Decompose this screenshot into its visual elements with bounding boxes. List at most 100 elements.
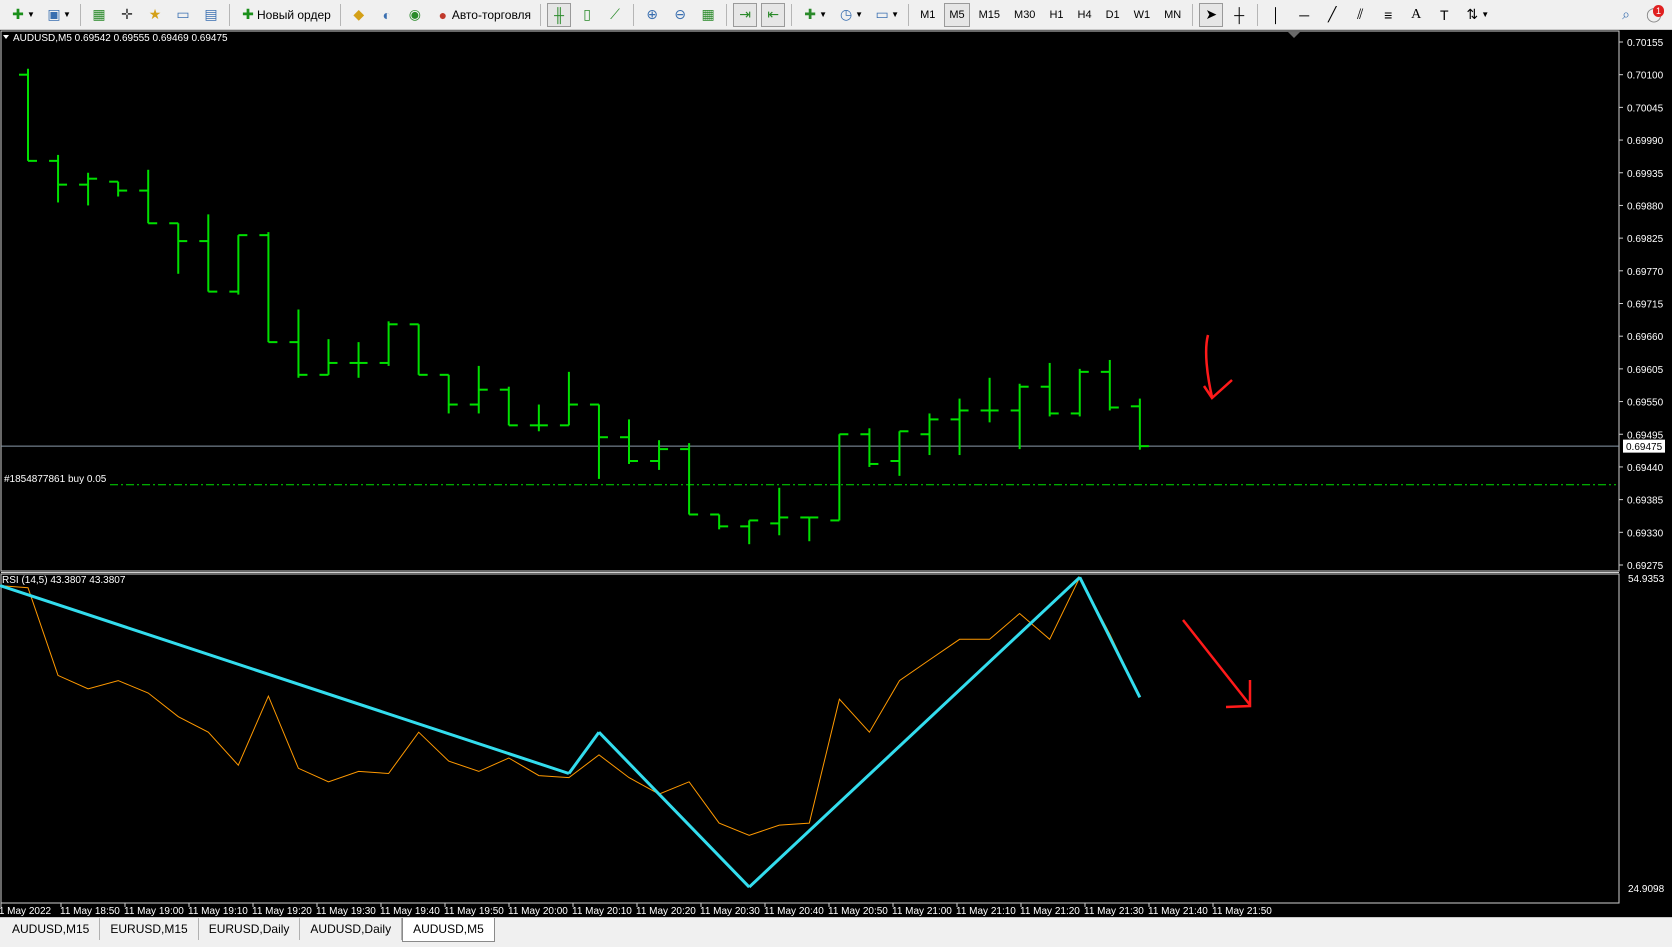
ohlc-bar — [740, 519, 759, 545]
rsi-trend-segment[interactable] — [567, 731, 601, 775]
autotrading-button[interactable]: ● Авто-торговля — [431, 3, 534, 27]
terminal-button[interactable]: ▭ — [171, 3, 195, 27]
search-button[interactable]: ⌕ — [1614, 3, 1638, 27]
ohlc-bar — [1040, 362, 1059, 417]
new-chart-button[interactable]: ✚ ▼ — [6, 3, 38, 27]
metaeditor-button[interactable]: ◆ — [347, 3, 371, 27]
current-price-tag-label: 0.69475 — [1626, 442, 1663, 453]
toolbar-separator — [229, 3, 230, 26]
cursor-button[interactable]: ➤ — [1199, 2, 1224, 27]
broadcast-icon: ◉ — [408, 6, 421, 22]
timeframe-h1-button[interactable]: H1 — [1044, 3, 1068, 27]
ohlc-bar — [379, 321, 398, 366]
ohlc-bar — [980, 377, 999, 423]
ohlc-bar — [439, 373, 458, 414]
rsi-down-arrow-shaft[interactable] — [1182, 619, 1251, 706]
toolbar-separator — [633, 3, 635, 26]
timeframe-mn-button[interactable]: MN — [1159, 3, 1186, 27]
rsi-trend-segment[interactable] — [0, 584, 570, 775]
channel-button[interactable]: ⫽ — [1348, 3, 1372, 27]
time-tick-label: 11 May 19:20 — [252, 906, 312, 917]
autoscroll-button[interactable]: ⇥ — [733, 2, 758, 27]
chart-shift-button[interactable]: ⇤ — [761, 2, 786, 27]
toolbar-separator — [791, 3, 793, 26]
navigator-button[interactable]: ★ — [143, 3, 167, 27]
price-tick-label: 0.70100 — [1627, 71, 1664, 82]
notifications-button[interactable]: ◯ 1 — [1642, 3, 1666, 27]
price-tick-label: 0.69825 — [1627, 234, 1664, 245]
price-tick-label: 0.69550 — [1627, 398, 1664, 409]
rsi-trend-segment[interactable] — [1078, 576, 1142, 698]
autotrading-icon: ● — [438, 6, 448, 23]
chart-shift-marker[interactable] — [1288, 32, 1300, 38]
chart-shift-icon: ⇤ — [767, 6, 779, 22]
chevron-down-icon: ▼ — [63, 10, 71, 19]
crosshair-target-icon: ✛ — [121, 6, 133, 22]
chart-menu-triangle-icon[interactable] — [3, 35, 9, 39]
fibonacci-button[interactable]: ≡ — [1376, 3, 1400, 27]
price-down-arrow-shaft[interactable] — [1204, 334, 1214, 398]
chart-canvas[interactable]: AUDUSD,M5 0.69542 0.69555 0.69469 0.6947… — [0, 30, 1672, 917]
templates-button[interactable]: ▭ ▼ — [870, 3, 902, 27]
rsi-trend-segment[interactable] — [597, 731, 751, 889]
arrows-button[interactable]: ⇅ ▼ — [1460, 3, 1492, 27]
chart-tab[interactable]: AUDUSD,M15 — [2, 918, 101, 940]
time-tick-label: 11 May 20:40 — [764, 906, 824, 917]
price-tick-label: 0.69605 — [1627, 365, 1664, 376]
notification-badge: 1 — [1652, 4, 1664, 17]
timeframe-m5-button[interactable]: M5 — [944, 2, 970, 27]
tile-windows-button[interactable]: ▦ — [696, 3, 720, 27]
horizontal-line-button[interactable]: ─ — [1292, 3, 1316, 27]
strategy-tester-button[interactable]: ▤ — [199, 3, 223, 27]
timeframe-h4-button[interactable]: H4 — [1073, 3, 1097, 27]
ohlc-bar — [1100, 359, 1119, 411]
price-tick-label: 0.69990 — [1627, 136, 1664, 147]
rsi-trend-segment[interactable] — [748, 576, 1081, 889]
chart-tab[interactable]: EURUSD,M15 — [100, 918, 199, 940]
bar-chart-button[interactable]: ╫ — [547, 2, 572, 27]
ohlc-bar — [409, 323, 428, 376]
time-tick-label: 11 May 21:00 — [892, 906, 952, 917]
toolbar-separator — [80, 3, 81, 26]
text-label-button[interactable]: T — [1432, 3, 1456, 27]
trendline-button[interactable]: ╱ — [1320, 3, 1344, 27]
timeframe-d1-button[interactable]: D1 — [1101, 3, 1125, 27]
periods-button[interactable]: ◷ ▼ — [834, 3, 866, 27]
timeframe-m15-button[interactable]: M15 — [974, 3, 1005, 27]
chart-tab[interactable]: AUDUSD,M5 — [402, 918, 495, 942]
ohlc-bar — [680, 443, 699, 516]
new-order-button[interactable]: ✚ Новый ордер — [236, 3, 334, 27]
zoom-out-icon: ⊖ — [674, 6, 686, 22]
timeframe-m30-button[interactable]: M30 — [1009, 3, 1040, 27]
rsi-down-arrow-head[interactable] — [1225, 680, 1252, 709]
time-tick-label: 11 May 21:30 — [1084, 906, 1144, 917]
line-chart-button[interactable]: ⟋ — [603, 3, 627, 27]
channel-icon: ⫽ — [1357, 6, 1364, 22]
profiles-button[interactable]: ▣ ▼ — [42, 3, 74, 27]
indicators-button[interactable]: ✚ ▼ — [798, 3, 830, 27]
crosshair-button[interactable]: ┼ — [1227, 3, 1251, 27]
market-watch-icon: ▦ — [92, 6, 106, 22]
time-tick-label: 11 May 2022 — [0, 906, 52, 917]
vertical-line-button[interactable]: │ — [1264, 3, 1288, 27]
zoom-in-button[interactable]: ⊕ — [640, 3, 664, 27]
radio-button[interactable]: ◉ — [403, 3, 427, 27]
timeframe-w1-button[interactable]: W1 — [1129, 3, 1156, 27]
price-tick-label: 0.69660 — [1627, 332, 1664, 343]
candlestick-button[interactable]: ▯ — [575, 3, 599, 27]
market-watch-button[interactable]: ▦ — [87, 3, 111, 27]
chart-window[interactable]: AUDUSD,M5 0.69542 0.69555 0.69469 0.6947… — [0, 30, 1672, 917]
timeframe-m1-button[interactable]: M1 — [915, 3, 940, 27]
time-tick-label: 11 May 20:10 — [572, 906, 632, 917]
text-button[interactable]: A — [1404, 3, 1428, 27]
ohlc-bars — [19, 68, 1149, 545]
zoom-out-button[interactable]: ⊖ — [668, 3, 692, 27]
data-window-button[interactable]: ✛ — [115, 3, 139, 27]
chart-tab[interactable]: EURUSD,Daily — [199, 918, 301, 940]
terminal-icon: ▭ — [176, 6, 190, 22]
signals-button[interactable]: ◐ — [375, 3, 399, 27]
chart-tab[interactable]: AUDUSD,Daily — [300, 918, 403, 940]
templates-icon: ▭ — [875, 6, 889, 22]
chevron-down-icon: ▼ — [891, 10, 900, 19]
time-tick-label: 11 May 21:10 — [956, 906, 1016, 917]
